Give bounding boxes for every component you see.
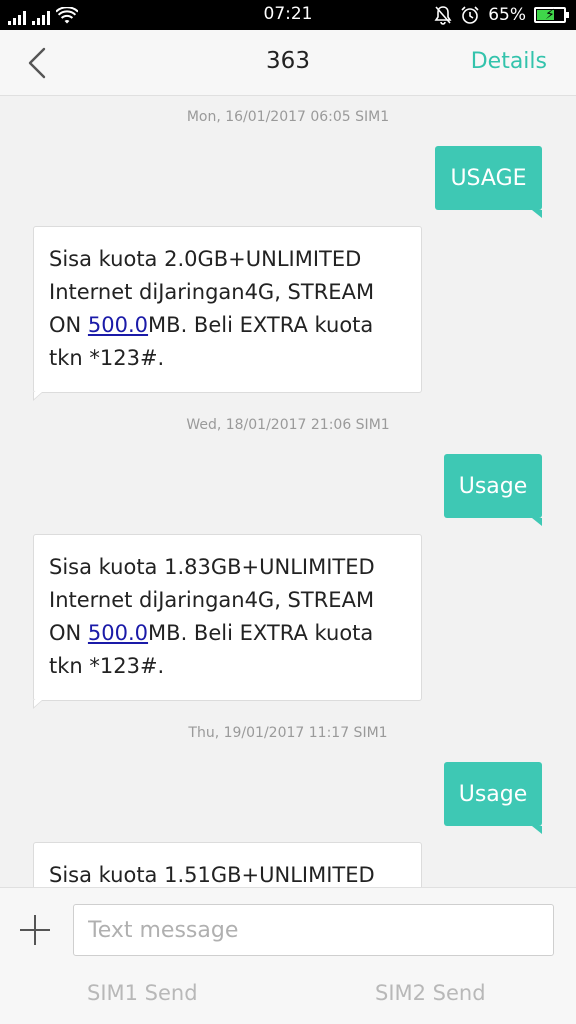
message-timestamp: Thu, 19/01/2017 11:17 SIM1 bbox=[188, 725, 388, 741]
status-bar: 07:21 65% ⚡ bbox=[0, 0, 576, 30]
received-message-bubble[interactable]: Sisa kuota 2.0GB+UNLIMITED Internet diJa… bbox=[33, 226, 422, 401]
sent-message-bubble[interactable]: Usage bbox=[444, 762, 542, 834]
received-message-bubble[interactable]: Sisa kuota 1.51GB+UNLIMITED bbox=[33, 842, 422, 887]
alarm-icon bbox=[461, 6, 479, 24]
compose-bar bbox=[0, 887, 576, 967]
details-button[interactable]: Details bbox=[471, 49, 547, 74]
message-link-number[interactable]: 500.0 bbox=[88, 313, 148, 337]
mute-icon bbox=[434, 6, 452, 25]
message-thread[interactable]: Mon, 16/01/2017 06:05 SIM1 USAGE Sisa ku… bbox=[0, 97, 576, 887]
send-bar: SIM1 Send SIM2 Send bbox=[0, 967, 576, 1024]
battery-charging-icon: ⚡ bbox=[534, 7, 569, 23]
message-link-number[interactable]: 500.0 bbox=[88, 621, 148, 645]
received-message-bubble[interactable]: Sisa kuota 1.83GB+UNLIMITED Internet diJ… bbox=[33, 534, 422, 709]
message-text: Sisa kuota 1.51GB+UNLIMITED bbox=[49, 863, 375, 887]
status-bar-right: 65% ⚡ bbox=[434, 4, 569, 26]
plus-icon[interactable] bbox=[20, 915, 50, 945]
sent-message-bubble[interactable]: Usage bbox=[444, 454, 542, 526]
battery-percent: 65% bbox=[488, 5, 526, 25]
sim2-send-button[interactable]: SIM2 Send bbox=[375, 981, 486, 1005]
conversation-header: 363 Details bbox=[0, 30, 576, 96]
message-timestamp: Wed, 18/01/2017 21:06 SIM1 bbox=[186, 417, 390, 433]
sim1-send-button[interactable]: SIM1 Send bbox=[87, 981, 198, 1005]
message-input[interactable] bbox=[73, 904, 554, 956]
message-timestamp: Mon, 16/01/2017 06:05 SIM1 bbox=[186, 109, 390, 125]
sent-message-bubble[interactable]: USAGE bbox=[435, 146, 542, 218]
